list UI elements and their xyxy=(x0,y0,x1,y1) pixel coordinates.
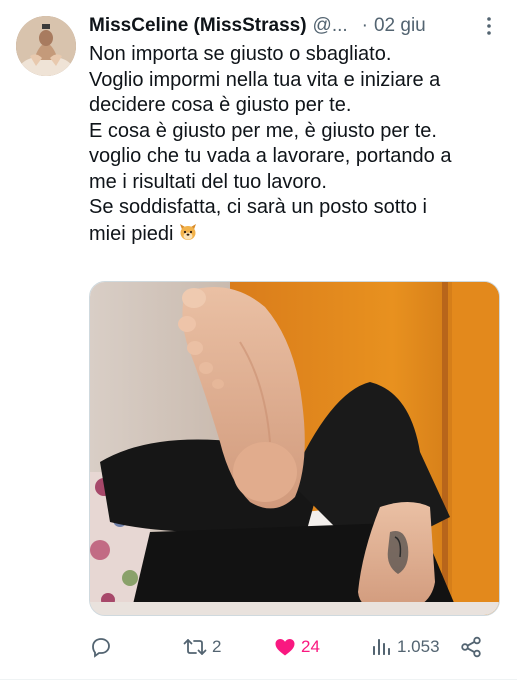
tweet-photo[interactable] xyxy=(89,281,500,616)
reply-icon xyxy=(89,635,113,659)
views-count: 1.053 xyxy=(397,637,440,656)
display-name[interactable]: MissCeline (MissStrass) xyxy=(89,15,307,37)
tweet-text-line: miei piedi xyxy=(89,222,174,245)
avatar[interactable] xyxy=(16,16,76,76)
photo-image xyxy=(90,282,499,615)
tweet-text-line: me i risultati del tuo lavoro. xyxy=(89,170,327,193)
tweet-text-line: Non importa se giusto o sbagliato. xyxy=(89,43,392,65)
tweet-text-line: E cosa è giusto per me, è giusto per te. xyxy=(89,119,437,142)
share-button[interactable] xyxy=(459,630,483,664)
user-handle[interactable]: @... xyxy=(313,15,348,37)
heart-icon xyxy=(273,635,297,659)
retweet-icon xyxy=(182,635,208,659)
separator-dot: · xyxy=(361,15,368,36)
retweet-count: 2 xyxy=(212,637,222,656)
more-options-icon[interactable] xyxy=(477,14,501,38)
dog-face-emoji xyxy=(177,221,199,243)
tweet-text-line: Se soddisfatta, ci sarà un posto sotto i xyxy=(89,196,427,218)
like-count: 24 xyxy=(301,637,320,656)
tweet-header: MissCeline (MissStrass) @... · 02 giu xyxy=(89,12,501,40)
tweet[interactable]: MissCeline (MissStrass) @... · 02 giu No… xyxy=(0,0,517,680)
tweet-text-line: decidere cosa è giusto per te. xyxy=(89,94,352,116)
retweet-button[interactable]: 2 xyxy=(182,630,221,664)
tweet-text-last-line: miei piedi xyxy=(89,221,504,248)
tweet-date[interactable]: 02 giu xyxy=(374,15,426,37)
tweet-text-line: Voglio impormi nella tua vita e iniziare… xyxy=(89,68,441,91)
share-icon xyxy=(459,635,483,659)
tweet-actions: 2 24 1.053 xyxy=(89,630,489,664)
tweet-text: Non importa se giusto o sbagliato. Vogli… xyxy=(89,42,504,247)
views-icon xyxy=(369,635,393,659)
reply-button[interactable] xyxy=(89,630,113,664)
like-button[interactable]: 24 xyxy=(273,630,320,664)
tweet-text-line: voglio che tu vada a lavorare, portando … xyxy=(89,145,452,167)
avatar-image xyxy=(16,16,76,76)
views-button[interactable]: 1.053 xyxy=(369,630,440,664)
